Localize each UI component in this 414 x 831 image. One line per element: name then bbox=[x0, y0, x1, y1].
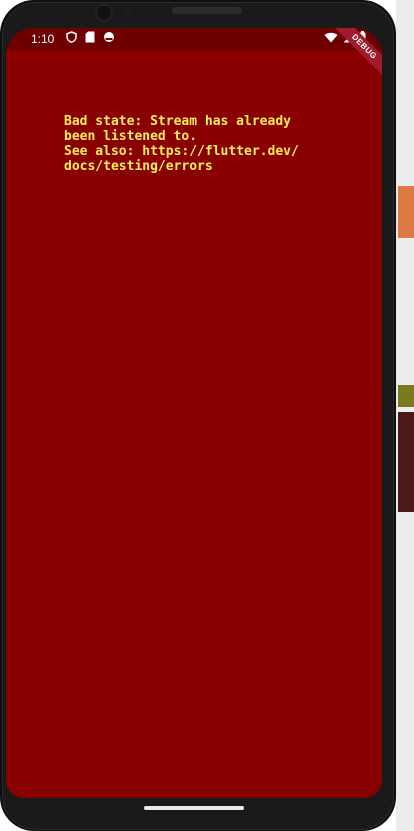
error-line: been listened to. bbox=[64, 129, 198, 144]
front-camera-icon bbox=[95, 4, 113, 22]
earpiece-speaker bbox=[172, 7, 242, 14]
error-line: See also: https://flutter.dev/ bbox=[64, 144, 299, 159]
desktop-background-accent bbox=[398, 412, 414, 512]
wifi-icon bbox=[324, 32, 338, 46]
status-left-icons bbox=[66, 31, 115, 46]
proximity-sensor bbox=[124, 7, 132, 15]
shield-icon bbox=[66, 31, 77, 46]
error-message: Bad state: Stream has already been listen… bbox=[64, 114, 304, 174]
error-line: Bad state: Stream has already bbox=[64, 114, 291, 129]
app-screen[interactable]: 1:10 DEBUG Bad state: Stream has already… bbox=[6, 28, 382, 798]
sd-card-icon bbox=[85, 31, 95, 46]
status-bar[interactable]: 1:10 bbox=[6, 28, 382, 50]
status-time: 1:10 bbox=[31, 32, 55, 46]
android-head-icon bbox=[103, 31, 115, 46]
home-gesture-bar[interactable] bbox=[144, 806, 244, 810]
desktop-background-accent bbox=[398, 385, 414, 407]
error-line: docs/testing/errors bbox=[64, 159, 213, 174]
phone-device-frame: 1:10 DEBUG Bad state: Stream has already… bbox=[0, 0, 396, 831]
desktop-background-accent bbox=[398, 186, 414, 238]
